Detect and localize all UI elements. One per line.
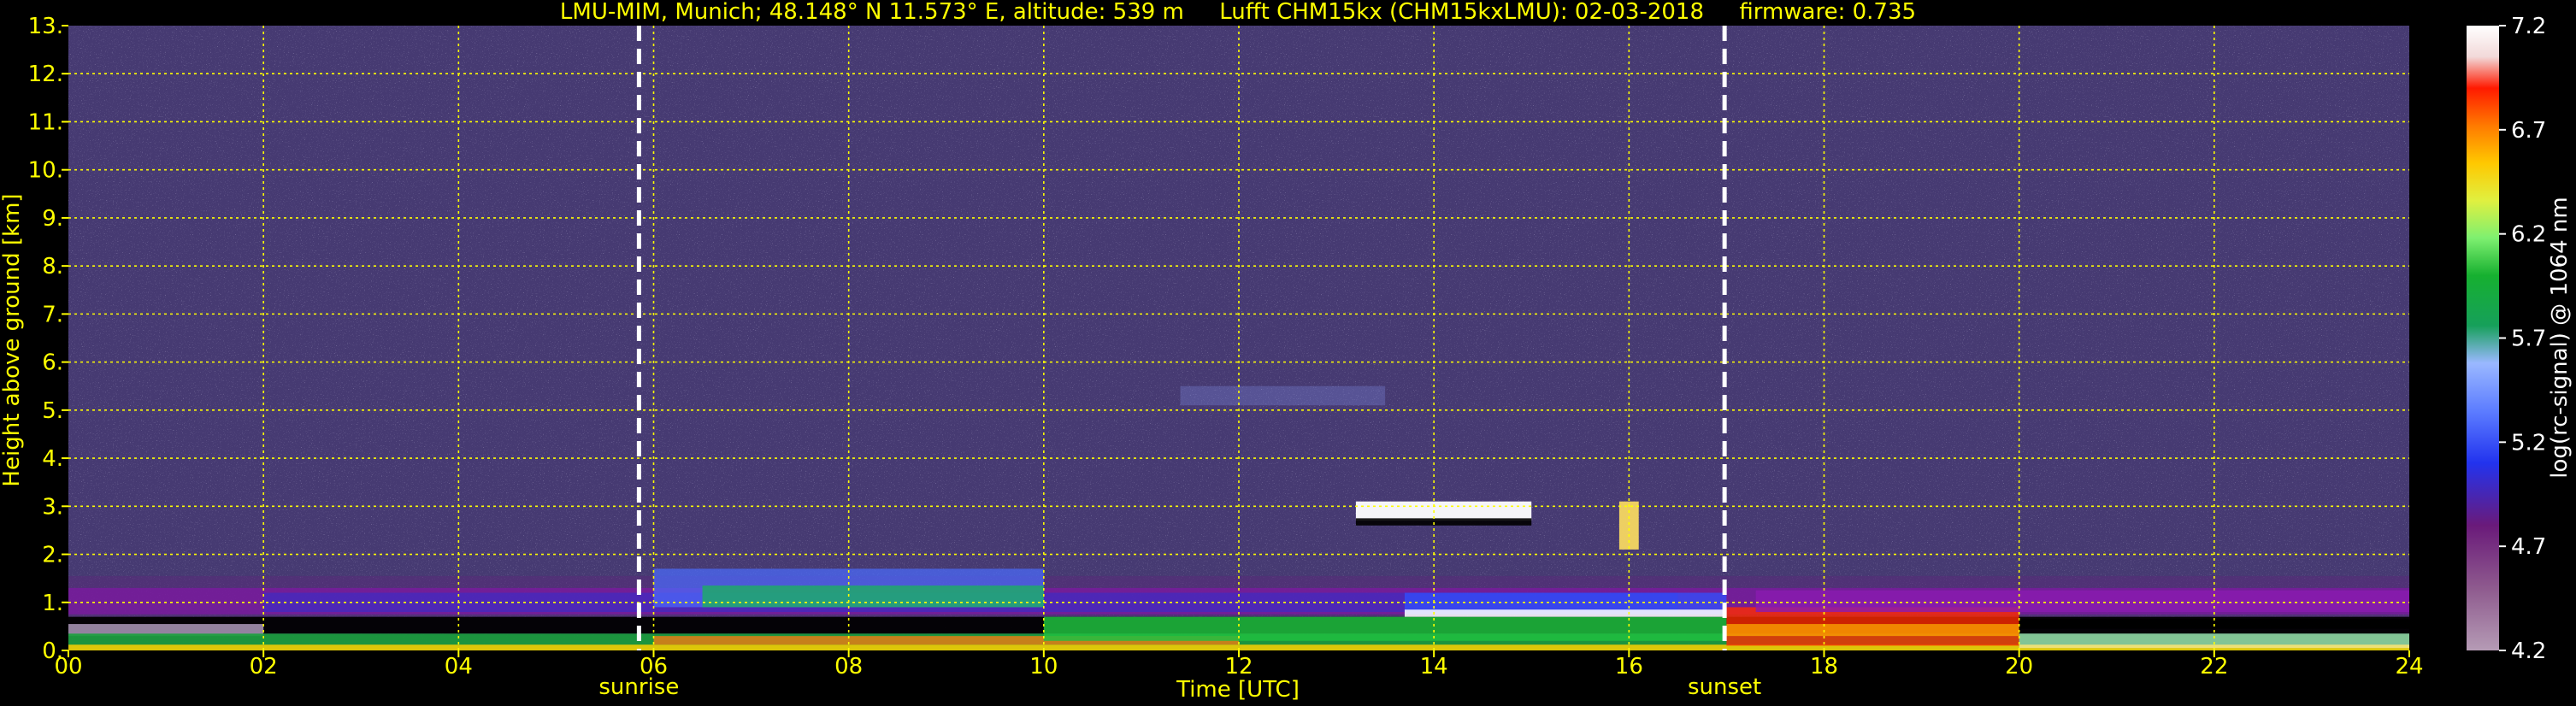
colorbar: 4.2 4.7 5.2 5.7 6.2 6.7 7.2 log(rc-signal) @ 1… xyxy=(2467,14,2573,664)
ceilometer-chart: sunrise sunset 00 02 04 06 08 10 12 14 16 18 20 22 24… xyxy=(0,0,2573,703)
x-axis-label: Time [UTC] xyxy=(1176,677,1300,703)
evening-layer-orange xyxy=(1726,624,2019,637)
colorbar-gradient xyxy=(2467,26,2499,650)
colorbar-tick-label: 4.7 xyxy=(2511,534,2546,560)
y-tick-label: 1. xyxy=(42,591,63,616)
evening-surface-white xyxy=(2019,633,2409,649)
faint-layer-5km xyxy=(1180,385,1386,406)
colorbar-tick-label: 5.7 xyxy=(2511,327,2546,352)
y-tick-label: 3. xyxy=(42,494,63,520)
x-tick-label: 02 xyxy=(250,654,278,680)
x-tick-label: 12 xyxy=(1224,654,1253,680)
y-tick-label: 11. xyxy=(28,109,63,135)
colorbar-tick-label: 5.2 xyxy=(2511,430,2546,456)
x-tick-label: 08 xyxy=(834,654,863,680)
y-axis-label: Height above ground [km] xyxy=(0,193,25,486)
annotation-label-sunset: sunset xyxy=(1688,674,1761,700)
x-tick-label: 22 xyxy=(2200,654,2228,680)
colorbar-label: log(rc-signal) @ 1064 nm xyxy=(2547,197,2573,478)
colorbar-tick-label: 7.2 xyxy=(2511,14,2546,39)
x-tick-label: 14 xyxy=(1420,654,1448,680)
y-tick-label: 13. xyxy=(28,14,63,39)
y-axis-ticks: 0. 1. 2. 3. 4. 5. 6. 7. 8. 9. 10. 11. 12. 13. xyxy=(28,14,68,664)
y-tick-label: 0. xyxy=(42,638,63,664)
x-tick-label: 10 xyxy=(1029,654,1058,680)
y-tick-label: 2. xyxy=(42,543,63,568)
colorbar-tick-label: 6.7 xyxy=(2511,118,2546,144)
y-tick-label: 6. xyxy=(42,350,63,376)
y-tick-label: 12. xyxy=(28,62,63,87)
y-tick-label: 4. xyxy=(42,446,63,472)
chart-title: LMU-MIM, Munich; 48.148° N 11.573° E, al… xyxy=(560,0,1916,25)
y-tick-label: 7. xyxy=(42,302,63,327)
x-axis-ticks: 00 02 04 06 08 10 12 14 16 18 20 22 24 xyxy=(54,650,2424,680)
x-tick-label: 18 xyxy=(1810,654,1838,680)
mixing-layer-green xyxy=(1043,616,1727,641)
aerosol-layer-green xyxy=(702,585,1044,608)
y-tick-label: 9. xyxy=(42,206,63,232)
cloud-base-black xyxy=(1355,518,1532,526)
afternoon-layer-white xyxy=(1404,609,1727,617)
colorbar-tick-label: 6.2 xyxy=(2511,222,2546,248)
x-tick-label: 06 xyxy=(640,654,668,680)
colorbar-tick-label: 4.2 xyxy=(2511,638,2546,664)
colorbar-ticks: 4.2 4.7 5.2 5.7 6.2 6.7 7.2 xyxy=(2499,14,2546,664)
x-tick-label: 24 xyxy=(2395,654,2423,680)
y-tick-label: 10. xyxy=(28,158,63,184)
y-tick-label: 8. xyxy=(42,254,63,279)
evening-layer-purple xyxy=(1755,590,2409,613)
x-tick-label: 20 xyxy=(2005,654,2033,680)
y-tick-label: 5. xyxy=(42,398,63,424)
cloud-layer-3km xyxy=(1355,501,1532,521)
x-tick-label: 16 xyxy=(1615,654,1643,680)
x-tick-label: 04 xyxy=(445,654,473,680)
